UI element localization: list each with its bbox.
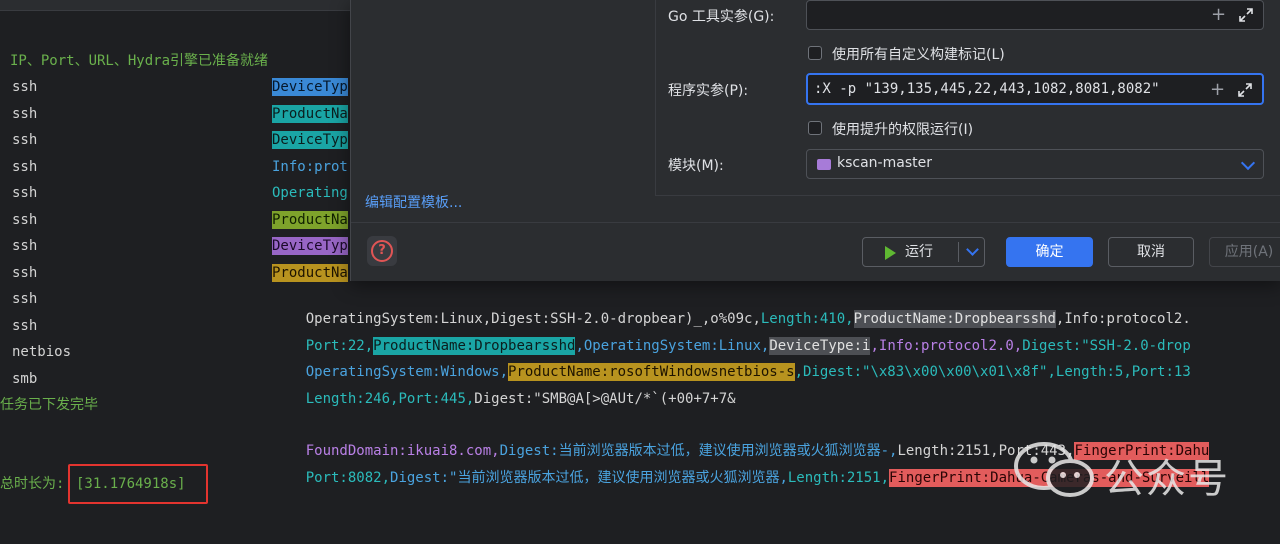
fragment: ProductNa xyxy=(272,105,348,123)
run-configuration-dialog: 编辑配置模板... Go 工具实参(G): + 使用所有自定义构建标记(L) 程… xyxy=(350,0,1280,281)
add-icon[interactable]: + xyxy=(1210,81,1225,99)
use-all-tags-label: 使用所有自定义构建标记(L) xyxy=(832,47,1005,63)
expand-icon[interactable] xyxy=(1238,83,1252,97)
apply-button[interactable]: 应用(A) xyxy=(1209,237,1280,267)
fragment: ProductNa xyxy=(272,211,348,229)
edit-config-templates-link[interactable]: 编辑配置模板... xyxy=(365,192,462,212)
module-select[interactable]: kscan-master xyxy=(806,149,1264,179)
help-icon: ? xyxy=(371,240,393,262)
elevated-permissions-checkbox[interactable] xyxy=(808,121,822,135)
service-name: ssh xyxy=(12,132,38,148)
service-name: ssh xyxy=(12,79,38,95)
service-name: ssh xyxy=(12,291,38,307)
cancel-button[interactable]: 取消 xyxy=(1108,237,1194,267)
program-args-input[interactable]: :X -p "139,135,445,22,443,1082,8081,8082… xyxy=(806,73,1264,105)
service-name: ssh xyxy=(12,212,38,228)
add-icon[interactable]: + xyxy=(1211,6,1226,24)
ready-message: IP、Port、URL、Hydra引擎已准备就绪 xyxy=(10,53,269,69)
fragment: Operating xyxy=(272,185,348,201)
play-icon xyxy=(885,246,896,260)
service-name: ssh xyxy=(12,185,38,201)
watermark-text: 公众号 xyxy=(1104,456,1230,502)
service-name: ssh xyxy=(12,318,38,334)
fragment: ProductNa xyxy=(272,264,348,282)
fragment: DeviceTyp xyxy=(272,78,348,96)
config-tree-pane: 编辑配置模板... xyxy=(351,0,654,222)
service-name: netbios xyxy=(12,344,72,360)
ok-button[interactable]: 确定 xyxy=(1006,237,1093,267)
run-button[interactable]: 运行 xyxy=(862,237,985,267)
service-name: ssh xyxy=(12,238,38,254)
service-name: smb xyxy=(12,371,38,387)
tasks-done-message: 任务已下发完毕 xyxy=(0,397,98,413)
service-name: ssh xyxy=(12,159,38,175)
chevron-down-icon[interactable] xyxy=(966,243,979,256)
elapsed-highlight-box xyxy=(68,464,208,504)
program-args-label: 程序实参(P): xyxy=(668,83,749,99)
go-tool-args-input[interactable]: + xyxy=(806,0,1264,30)
wechat-logo-icon xyxy=(1014,442,1094,497)
folder-icon xyxy=(817,159,831,170)
fragment: DeviceTyp xyxy=(272,237,348,255)
use-all-tags-checkbox[interactable] xyxy=(808,46,822,60)
service-name: ssh xyxy=(12,106,38,122)
fragment: DeviceTyp xyxy=(272,131,348,149)
fragment: Info:prot xyxy=(272,159,348,175)
log-line: Length:246,Port:445,Digest:"SMB@A[>@AUt/… xyxy=(305,391,736,407)
chevron-down-icon xyxy=(1240,155,1256,171)
config-form-pane: Go 工具实参(G): + 使用所有自定义构建标记(L) 程序实参(P): :X… xyxy=(655,0,1280,196)
service-name: ssh xyxy=(12,265,38,281)
go-tool-args-label: Go 工具实参(G): xyxy=(668,9,775,25)
watermark: 公众号 xyxy=(1012,440,1262,502)
elapsed-prefix: 总时长为: xyxy=(0,476,65,492)
expand-icon[interactable] xyxy=(1239,8,1253,22)
elevated-permissions-label: 使用提升的权限运行(I) xyxy=(832,122,974,138)
module-label: 模块(M): xyxy=(668,158,724,174)
